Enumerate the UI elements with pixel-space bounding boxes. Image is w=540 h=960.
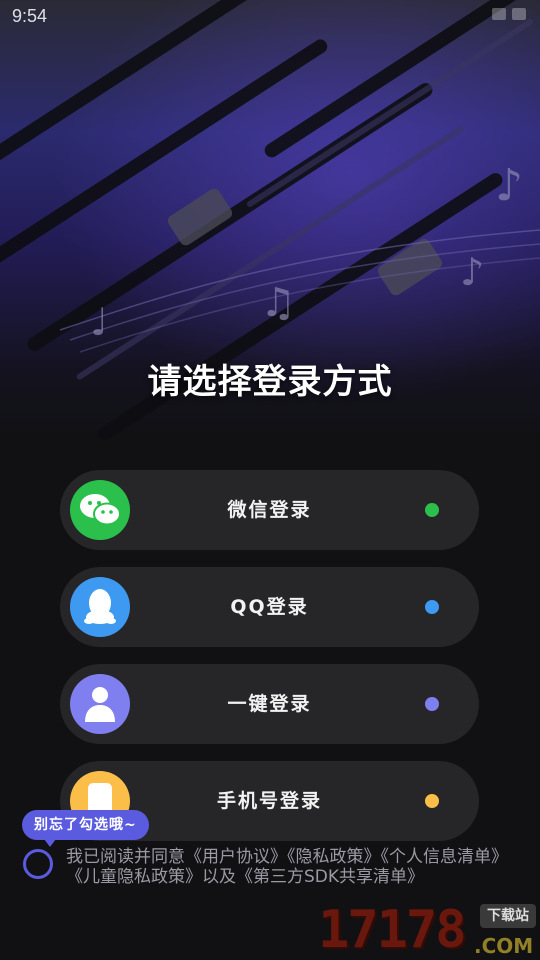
music-note-icon: ♫: [260, 280, 296, 326]
wechat-login-button[interactable]: 微信登录: [60, 470, 479, 550]
watermark-domain: .COM: [474, 934, 534, 958]
status-dot: [425, 697, 439, 711]
one-click-login-button[interactable]: 一键登录: [60, 664, 479, 744]
music-note-icon: ♩: [90, 300, 108, 344]
agreement-checkbox[interactable]: [23, 849, 53, 879]
signal-icon: [492, 8, 506, 20]
qq-login-label: QQ登录: [230, 596, 309, 618]
page-title: 请选择登录方式: [147, 362, 393, 402]
music-note-icon: ♪: [460, 250, 485, 294]
watermark-logo: 17178: [318, 900, 467, 960]
status-dot: [425, 600, 439, 614]
watermark-tag: 下载站: [480, 904, 536, 928]
qq-login-button[interactable]: QQ登录: [60, 567, 479, 647]
status-dot: [425, 794, 439, 808]
status-icons: [492, 8, 526, 20]
wechat-login-label: 微信登录: [227, 499, 312, 521]
one-click-login-label: 一键登录: [227, 693, 312, 715]
status-dot: [425, 503, 439, 517]
agreement-reminder-tooltip: 别忘了勾选哦~: [22, 810, 149, 847]
agreement-text[interactable]: 我已阅读并同意《用户协议》《隐私政策》《个人信息清单》《儿童隐私政策》以及《第三…: [66, 847, 526, 887]
music-note-icon: ♪: [495, 160, 524, 211]
battery-icon: [512, 8, 526, 20]
status-time: 9:54: [12, 6, 48, 26]
